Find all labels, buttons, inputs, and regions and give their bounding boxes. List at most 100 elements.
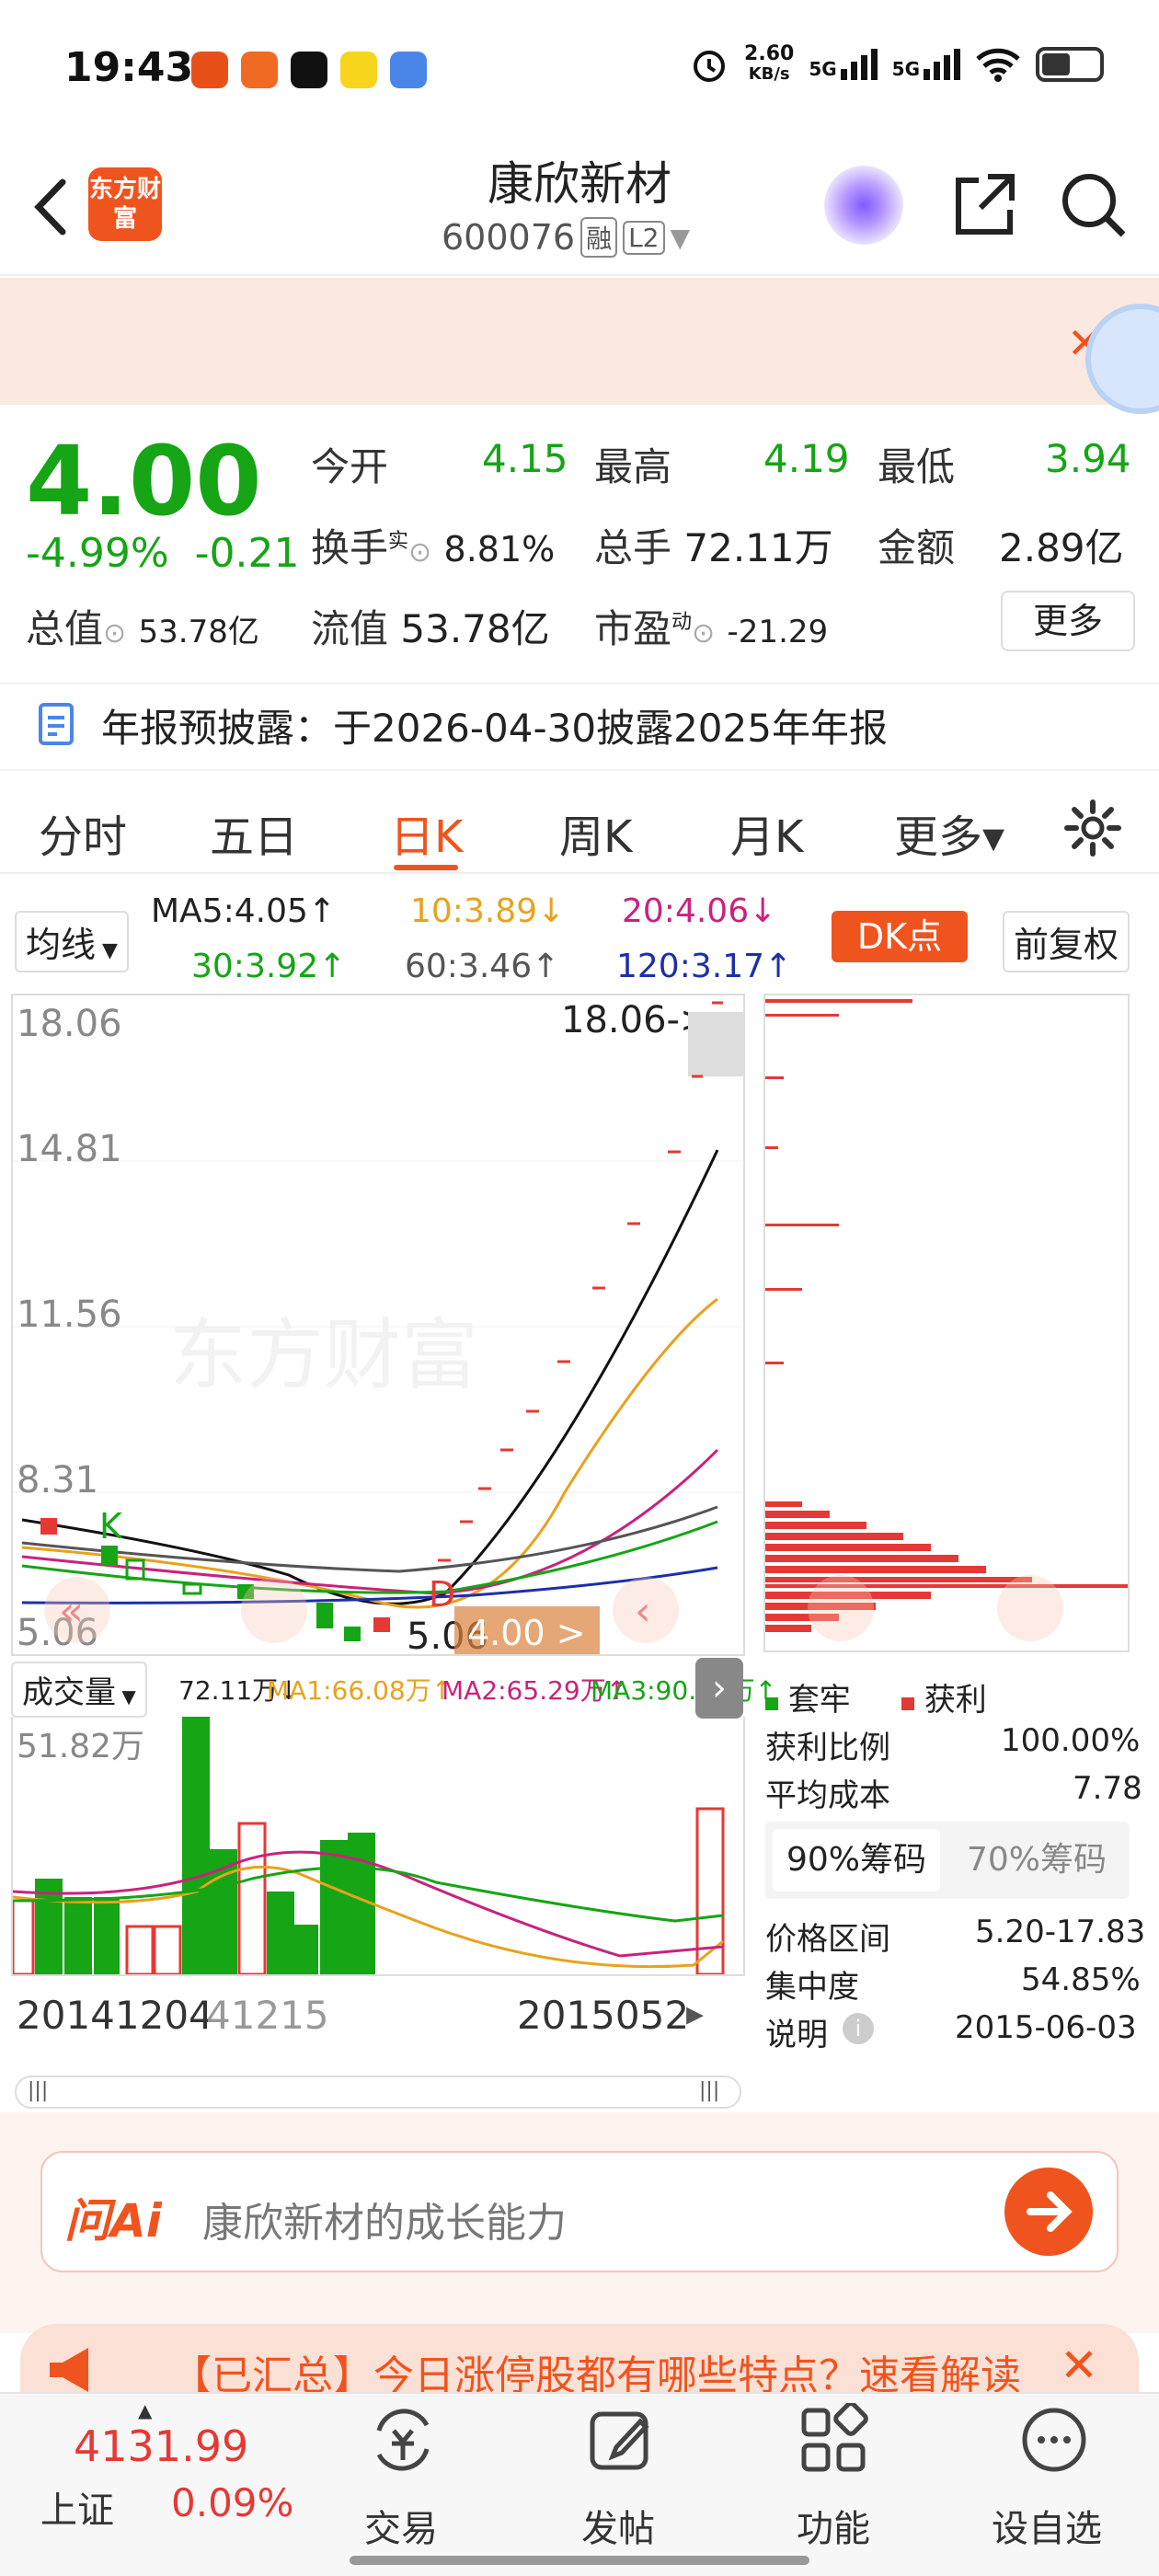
chip-distribution-chart[interactable]: [763, 994, 1130, 1652]
tab-five-day[interactable]: 五日: [210, 800, 298, 865]
svg-text:«: «: [59, 1588, 84, 1635]
volume-chart[interactable]: 51.82万: [11, 1717, 745, 1976]
arrow-right-icon: [1027, 2191, 1073, 2232]
signal-bars-icon: [924, 49, 960, 80]
signal-icon-2: 5G: [892, 49, 960, 80]
y-tick: 18.06: [17, 1003, 122, 1045]
next-page-icon[interactable]: ▸: [686, 1993, 704, 2033]
volume-max-label: 51.82万: [17, 1728, 144, 1765]
expand-indicator-button[interactable]: ›: [695, 1658, 743, 1719]
signal-icon: 5G: [809, 49, 878, 80]
pe-value: -21.29: [727, 614, 829, 650]
app-notification-icon: [340, 52, 377, 88]
tab-monthly-k[interactable]: 月K: [730, 800, 803, 865]
price-range-value: 5.20-17.83: [975, 1914, 1146, 1950]
stock-code-row[interactable]: 600076 融 L2 ▼: [442, 217, 690, 258]
legend-trapped: 套牢: [765, 1674, 851, 1719]
scroll-handle-right-icon[interactable]: |||: [699, 2079, 719, 2102]
close-icon[interactable]: ✕: [1060, 2339, 1098, 2392]
ma30-value: 30:3.92↑: [191, 948, 347, 985]
legend-profit-label: 获利: [924, 1682, 987, 1719]
float-value: 53.78亿: [400, 606, 550, 651]
home-indicator[interactable]: [350, 2556, 809, 2565]
status-app-icons: [191, 52, 427, 88]
nav-post[interactable]: 发帖: [581, 2499, 655, 2552]
chart-scroll-thumb[interactable]: [688, 1012, 745, 1076]
tab-intraday[interactable]: 分时: [39, 800, 127, 865]
pe-sup: 动: [671, 611, 693, 634]
notice-text: 年报预披露：于2026-04-30披露2025年年报: [101, 706, 888, 751]
dk-point-button[interactable]: DK点: [832, 911, 968, 962]
wifi-icon: [976, 48, 1020, 82]
turnover-label: 换手: [311, 525, 389, 570]
current-price-tag-label: 4.00 >: [467, 1613, 586, 1653]
profit-ratio-value: 100.00%: [1001, 1722, 1141, 1759]
tab-chip-70[interactable]: 70%筹码: [953, 1829, 1120, 1892]
info-icon[interactable]: ⊙: [103, 617, 126, 650]
scroll-handle-left-icon[interactable]: |||: [28, 2079, 48, 2102]
desc-value: 2015-06-03: [955, 2009, 1137, 2046]
change-row: -4.99% -0.21: [26, 530, 300, 577]
legend-trapped-label: 套牢: [787, 1682, 851, 1719]
ma-selector[interactable]: 均线 ▼: [15, 911, 129, 972]
trade-icon[interactable]: [366, 2403, 440, 2477]
sig-label: 5G: [891, 58, 920, 80]
chip-scroll-icon[interactable]: [808, 1575, 874, 1641]
megaphone-icon: [50, 2348, 88, 2392]
amount-value: 2.89亿: [999, 525, 1124, 570]
volume-value: 72.11万: [683, 525, 833, 570]
active-tab-underline: [394, 865, 458, 870]
share-icon[interactable]: [947, 167, 1021, 241]
promo-banner[interactable]: [0, 278, 1159, 405]
ma5-value: MA5:4.05↑: [151, 892, 337, 930]
info-icon[interactable]: ⊙: [692, 617, 715, 650]
sig-label: 5G: [809, 58, 837, 80]
l2-tag: L2: [623, 220, 665, 255]
app-notification-icon: [241, 52, 278, 88]
change-amount: -0.21: [194, 530, 300, 577]
more-dots-icon[interactable]: [1017, 2403, 1091, 2477]
search-icon[interactable]: [1056, 167, 1130, 241]
date-end: 2015052: [517, 1993, 690, 2038]
document-icon: [39, 703, 74, 745]
tab-weekly-k[interactable]: 周K: [559, 800, 632, 865]
turnover-sup: 实: [388, 530, 409, 553]
info-icon[interactable]: ⊙: [408, 536, 431, 569]
edit-post-icon[interactable]: [585, 2403, 659, 2477]
kline-chart[interactable]: 东方财富 18.06 14.81 11.56 8.31 5.06 18.06->…: [11, 994, 745, 1660]
indicator-selector[interactable]: 成交量 ▼: [11, 1662, 147, 1718]
settings-gear-icon[interactable]: [1063, 799, 1122, 857]
nav-trade[interactable]: 交易: [364, 2499, 438, 2552]
alarm-icon: [694, 51, 726, 82]
legend-swatch: [901, 1697, 914, 1710]
app-notification-icon: [191, 52, 228, 88]
tab-more[interactable]: 更多▾: [894, 800, 1004, 865]
ai-brand-logo: 问Ai: [64, 2194, 162, 2248]
ai-send-button[interactable]: [1004, 2168, 1093, 2256]
ai-assistant-avatar-icon[interactable]: [824, 166, 903, 245]
mcap-value: 53.78亿: [138, 614, 259, 650]
legend-profit: 获利: [901, 1674, 987, 1719]
tiktok-icon: [291, 52, 327, 88]
tab-chip-90[interactable]: 90%筹码: [773, 1829, 940, 1892]
k-marker: K: [99, 1506, 123, 1547]
expand-icon[interactable]: [997, 1575, 1063, 1641]
high-label: 最高: [594, 444, 672, 489]
current-price: 4.00: [26, 425, 262, 537]
function-grid-icon[interactable]: [797, 2403, 870, 2477]
nav-add-watchlist[interactable]: 设自选: [992, 2499, 1102, 2552]
zoom-out-icon[interactable]: [241, 1577, 307, 1643]
chart-scrollbar[interactable]: [15, 2076, 741, 2109]
info-icon[interactable]: i: [843, 2013, 874, 2044]
volume-label: 总手: [594, 525, 672, 570]
price-adjust-button[interactable]: 前复权: [1003, 911, 1130, 972]
app-notification-icon: [390, 52, 427, 88]
tab-daily-k[interactable]: 日K: [390, 800, 463, 865]
more-button[interactable]: 更多: [1001, 591, 1135, 651]
chip-bars: [765, 999, 1128, 1632]
vol-ma1: MA1:66.08万↑: [267, 1675, 453, 1706]
legend-swatch: [765, 1697, 778, 1710]
nav-function[interactable]: 功能: [797, 2499, 870, 2552]
index-value[interactable]: 4131.99: [74, 2421, 248, 2471]
price-level-ticks: [438, 1001, 723, 1562]
